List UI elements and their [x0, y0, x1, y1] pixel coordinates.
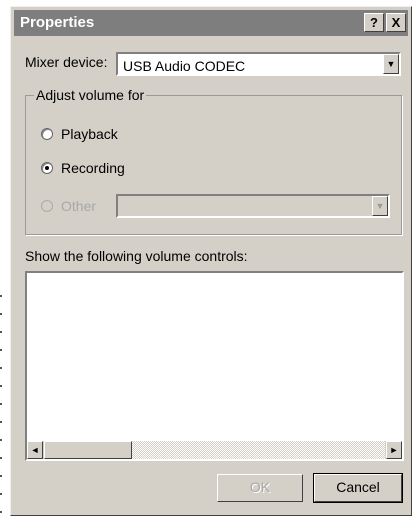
properties-dialog: Properties ? X Mixer device: USB Audio C… [10, 6, 412, 516]
scroll-right-button[interactable]: ► [386, 441, 402, 459]
radio-playback-label: Playback [61, 126, 118, 142]
radio-other-label: Other [61, 198, 97, 214]
radio-button-disabled-icon [41, 200, 53, 212]
close-button[interactable]: X [386, 13, 406, 32]
adjust-volume-legend: Adjust volume for [34, 87, 147, 103]
scroll-thumb[interactable] [44, 441, 132, 459]
ok-button[interactable]: OK [217, 474, 303, 502]
ok-button-label: OK [249, 479, 271, 495]
radio-recording-label: Recording [61, 160, 125, 176]
radio-button-checked-icon [41, 162, 53, 174]
help-icon: ? [370, 15, 378, 30]
chevron-down-icon: ▼ [375, 201, 385, 211]
volume-controls-label: Show the following volume controls: [25, 248, 248, 264]
close-icon: X [391, 15, 401, 30]
radio-button-icon [41, 128, 53, 140]
scroll-right-icon: ► [389, 445, 399, 455]
page-edge-ruler [0, 295, 2, 521]
title-bar: Properties ? X [14, 10, 408, 36]
other-dropdown-button[interactable]: ▼ [372, 196, 388, 216]
help-button[interactable]: ? [364, 13, 384, 32]
cancel-button[interactable]: Cancel [313, 473, 403, 503]
horizontal-scrollbar[interactable]: ◄ ► [27, 441, 402, 459]
mixer-device-dropdown-button[interactable]: ▼ [383, 54, 399, 74]
volume-controls-list[interactable]: ◄ ► [25, 271, 404, 461]
chevron-down-icon: ▼ [386, 59, 396, 69]
scroll-left-icon: ◄ [30, 445, 40, 455]
other-select[interactable]: ▼ [116, 194, 390, 218]
scroll-track[interactable] [132, 441, 385, 459]
adjust-volume-group: Adjust volume for Playback Recording Oth… [25, 87, 402, 235]
cancel-button-label: Cancel [336, 479, 380, 495]
mixer-device-value: USB Audio CODEC [123, 58, 246, 74]
scroll-left-button[interactable]: ◄ [27, 441, 43, 459]
window-title: Properties [20, 14, 95, 31]
mixer-device-select[interactable]: USB Audio CODEC ▼ [116, 52, 401, 76]
mixer-device-label: Mixer device: [25, 54, 108, 70]
